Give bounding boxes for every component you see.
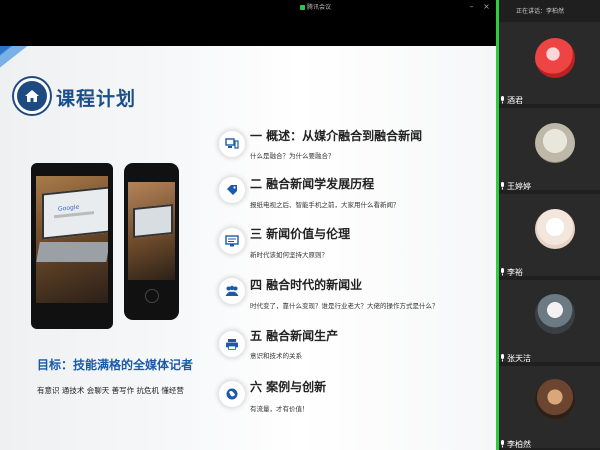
tag-icon: [219, 177, 245, 203]
agenda-item-subtitle: 报纸电视之后、智能手机之前，大家用什么看新闻？: [250, 201, 400, 209]
minimize-icon[interactable]: –: [467, 2, 476, 11]
agenda-item-title: 三 新闻价值与伦理: [250, 227, 351, 241]
participant-name: 李裕: [507, 268, 523, 277]
app-title[interactable]: 腾讯会议: [300, 2, 331, 11]
agenda-item-title: 二 融合新闻学发展历程: [250, 177, 375, 191]
participant-name: 李柏然: [507, 440, 531, 449]
participant-name: 张天洁: [507, 354, 531, 363]
document-icon: [219, 228, 245, 254]
people-icon: [219, 278, 245, 304]
app-title-label: 腾讯会议: [307, 4, 332, 11]
slide-title: 课程计划: [56, 88, 137, 110]
agenda-item-title: 六 案例与创新: [250, 380, 327, 394]
mic-icon[interactable]: [500, 354, 505, 362]
avatar: [535, 209, 575, 249]
phone-image: [124, 163, 179, 320]
speaking-indicator: 正在讲话：李柏然: [516, 8, 565, 15]
avatar: [535, 294, 575, 334]
mic-icon[interactable]: [500, 96, 505, 104]
agenda-item-subtitle: 新时代该如何坚持大原则？: [250, 251, 328, 259]
goal-subtitle: 有意识 通技术 会聊天 善写作 抗危机 懂经营: [37, 386, 184, 395]
close-icon[interactable]: ×: [482, 2, 491, 11]
agenda-item-title: 五 融合新闻生产: [250, 329, 339, 343]
avatar: [535, 38, 575, 78]
home-icon: [14, 78, 50, 114]
agenda-item-subtitle: 什么是融合？为什么要融合？: [250, 152, 335, 160]
participant-name: 酒君: [507, 96, 523, 105]
printer-icon: [219, 331, 245, 357]
mic-icon[interactable]: [500, 182, 505, 190]
devices-icon: [219, 131, 245, 157]
goal-title: 目标：技能满格的全媒体记者: [37, 358, 194, 372]
agenda-item-title: 四 融合时代的新闻业: [250, 278, 363, 292]
tablet-image: Google: [31, 163, 113, 329]
agenda-item-title: 一 概述：从媒介融合到融合新闻: [250, 129, 423, 143]
agenda-item-subtitle: 意识和技术的关系: [250, 352, 302, 360]
agenda-item-subtitle: 有流量，才有价值！: [250, 405, 309, 413]
meeting-logo-icon: [300, 5, 305, 10]
globe-icon: [219, 381, 245, 407]
participant-name: 王婷婷: [507, 182, 531, 191]
avatar: [535, 379, 575, 419]
mic-icon[interactable]: [500, 440, 505, 448]
agenda-item-subtitle: 时代变了，靠什么变现？谁是行业老大？大佬的操作方式是什么？: [250, 302, 439, 310]
mic-icon[interactable]: [500, 268, 505, 276]
avatar: [535, 123, 575, 163]
